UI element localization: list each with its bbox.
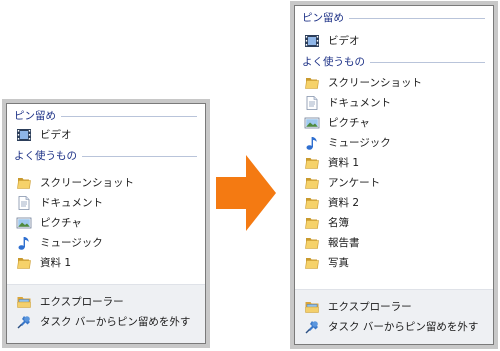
item-label: 資料 1: [328, 157, 360, 169]
folder-icon: [305, 78, 319, 89]
item-label: タスク バーからピン留めを外す: [40, 316, 191, 328]
item-label: ミュージック: [328, 137, 391, 149]
task-unpin-from-taskbar[interactable]: タスク バーからピン留めを外す: [16, 313, 197, 331]
folder-icon: [305, 178, 319, 189]
unpin-icon: [305, 321, 318, 334]
tasks-section: エクスプローラー タスク バーからピン留めを外す: [295, 289, 493, 344]
frequent-item-pictures[interactable]: ピクチャ: [16, 214, 197, 232]
frequent-section-header: よく使うもの: [295, 54, 493, 70]
section-divider: [349, 17, 485, 19]
frequent-item-material-1[interactable]: 資料 1: [304, 154, 485, 172]
item-label: ピクチャ: [40, 217, 82, 229]
frequent-item-music[interactable]: ミュージック: [16, 234, 197, 252]
item-label: アンケート: [328, 177, 381, 189]
pinned-item-video[interactable]: ビデオ: [16, 126, 197, 144]
item-label: スクリーンショット: [40, 177, 134, 189]
right-arrow-icon: [216, 155, 276, 231]
item-label: ピクチャ: [328, 117, 370, 129]
folder-icon: [17, 258, 31, 269]
frequent-item-report[interactable]: 報告書: [304, 234, 485, 252]
folder-icon: [305, 218, 319, 229]
pinned-section-title: ピン留め: [302, 12, 344, 24]
tasks-section: エクスプローラー タスク バーからピン留めを外す: [7, 284, 205, 343]
task-unpin-from-taskbar[interactable]: タスク バーからピン留めを外す: [304, 318, 485, 336]
frequent-item-material-1[interactable]: 資料 1: [16, 254, 197, 272]
frequent-section-title: よく使うもの: [302, 56, 365, 68]
explorer-icon: [305, 302, 319, 313]
explorer-icon: [17, 297, 31, 308]
video-icon: [305, 35, 319, 47]
pinned-item-video[interactable]: ビデオ: [304, 32, 485, 50]
task-explorer[interactable]: エクスプローラー: [16, 293, 197, 311]
picture-icon: [304, 117, 320, 129]
folder-icon: [305, 158, 319, 169]
item-label: エクスプローラー: [328, 301, 412, 313]
folder-icon: [305, 198, 319, 209]
item-label: ビデオ: [328, 35, 360, 47]
picture-icon: [16, 217, 32, 229]
frequent-item-screenshots[interactable]: スクリーンショット: [16, 174, 197, 192]
frequent-item-photos[interactable]: 写真: [304, 254, 485, 272]
pinned-section-header: ピン留め: [295, 10, 493, 26]
video-icon: [17, 129, 31, 141]
item-label: 名簿: [328, 217, 349, 229]
frequent-item-survey[interactable]: アンケート: [304, 174, 485, 192]
document-icon: [18, 196, 30, 210]
item-label: ドキュメント: [40, 197, 103, 209]
pinned-section-header: ピン留め: [7, 108, 205, 124]
comparison-stage: ピン留め ビデオ よく使うもの スクリーンショット ドキュメント ピクチャ ミュ…: [0, 0, 500, 351]
document-icon: [306, 96, 318, 110]
frequent-item-documents[interactable]: ドキュメント: [304, 94, 485, 112]
item-label: 資料 2: [328, 197, 360, 209]
item-label: エクスプローラー: [40, 296, 124, 308]
jump-list-before: ピン留め ビデオ よく使うもの スクリーンショット ドキュメント ピクチャ ミュ…: [6, 103, 206, 344]
frequent-item-material-2[interactable]: 資料 2: [304, 194, 485, 212]
folder-icon: [305, 258, 319, 269]
jump-list-after: ピン留め ビデオ よく使うもの スクリーンショット ドキュメント ピクチャ ミュ…: [294, 5, 494, 345]
frequent-item-screenshots[interactable]: スクリーンショット: [304, 74, 485, 92]
frequent-section-header: よく使うもの: [7, 148, 205, 164]
folder-icon: [305, 238, 319, 249]
section-divider: [61, 115, 197, 117]
frequent-item-roster[interactable]: 名簿: [304, 214, 485, 232]
section-divider: [82, 155, 197, 157]
item-label: ビデオ: [40, 129, 72, 141]
pinned-section-title: ピン留め: [14, 110, 56, 122]
music-icon: [18, 237, 29, 250]
unpin-icon: [17, 316, 30, 329]
item-label: ドキュメント: [328, 97, 391, 109]
item-label: タスク バーからピン留めを外す: [328, 321, 479, 333]
frequent-item-documents[interactable]: ドキュメント: [16, 194, 197, 212]
item-label: 写真: [328, 257, 349, 269]
task-explorer[interactable]: エクスプローラー: [304, 298, 485, 316]
frequent-item-music[interactable]: ミュージック: [304, 134, 485, 152]
item-label: 資料 1: [40, 257, 72, 269]
item-label: ミュージック: [40, 237, 103, 249]
folder-icon: [17, 178, 31, 189]
frequent-item-pictures[interactable]: ピクチャ: [304, 114, 485, 132]
item-label: 報告書: [328, 237, 360, 249]
music-icon: [306, 137, 317, 150]
section-divider: [370, 61, 485, 63]
item-label: スクリーンショット: [328, 77, 422, 89]
frequent-section-title: よく使うもの: [14, 150, 77, 162]
